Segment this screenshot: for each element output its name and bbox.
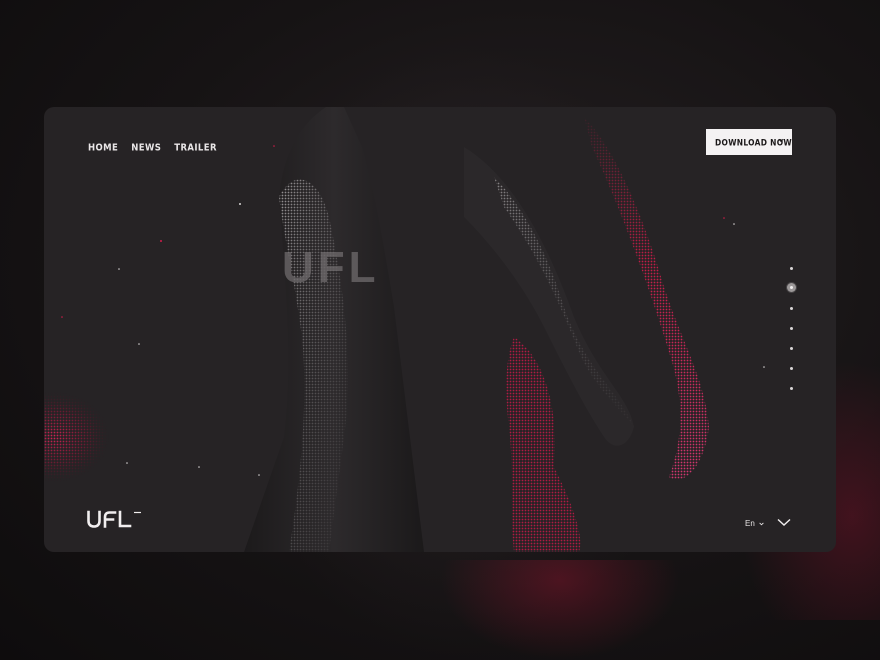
pagination-dot[interactable] [790,267,793,270]
chevron-down-icon [778,138,784,143]
main-nav: HOME NEWS TRAILER [88,142,217,154]
pagination-dot[interactable] [790,307,793,310]
language-selector[interactable]: En [745,519,764,528]
ufl-logo[interactable] [87,509,147,529]
shirt-logo: UFL [282,243,380,292]
red-specks [61,145,725,318]
background-glow-bottom [440,560,680,660]
nav-item-home[interactable]: HOME [88,142,118,154]
pagination-dot-active[interactable] [787,283,796,292]
nav-item-trailer[interactable]: TRAILER [174,142,217,154]
download-now-button[interactable]: DOWNLOAD NOW [706,129,792,155]
nav-item-news[interactable]: NEWS [131,142,161,154]
pagination-dot[interactable] [790,327,793,330]
language-label: En [745,519,755,528]
pagination-dot[interactable] [790,387,793,390]
chevron-down-icon [759,522,764,525]
pagination-dot[interactable] [790,347,793,350]
hero-card: UFL HOME NEWS TRAILER DOWNLOAD NOW En [44,107,836,552]
scroll-down-icon[interactable] [777,518,791,527]
pagination-dot[interactable] [790,367,793,370]
hero-artwork: UFL [44,107,765,552]
